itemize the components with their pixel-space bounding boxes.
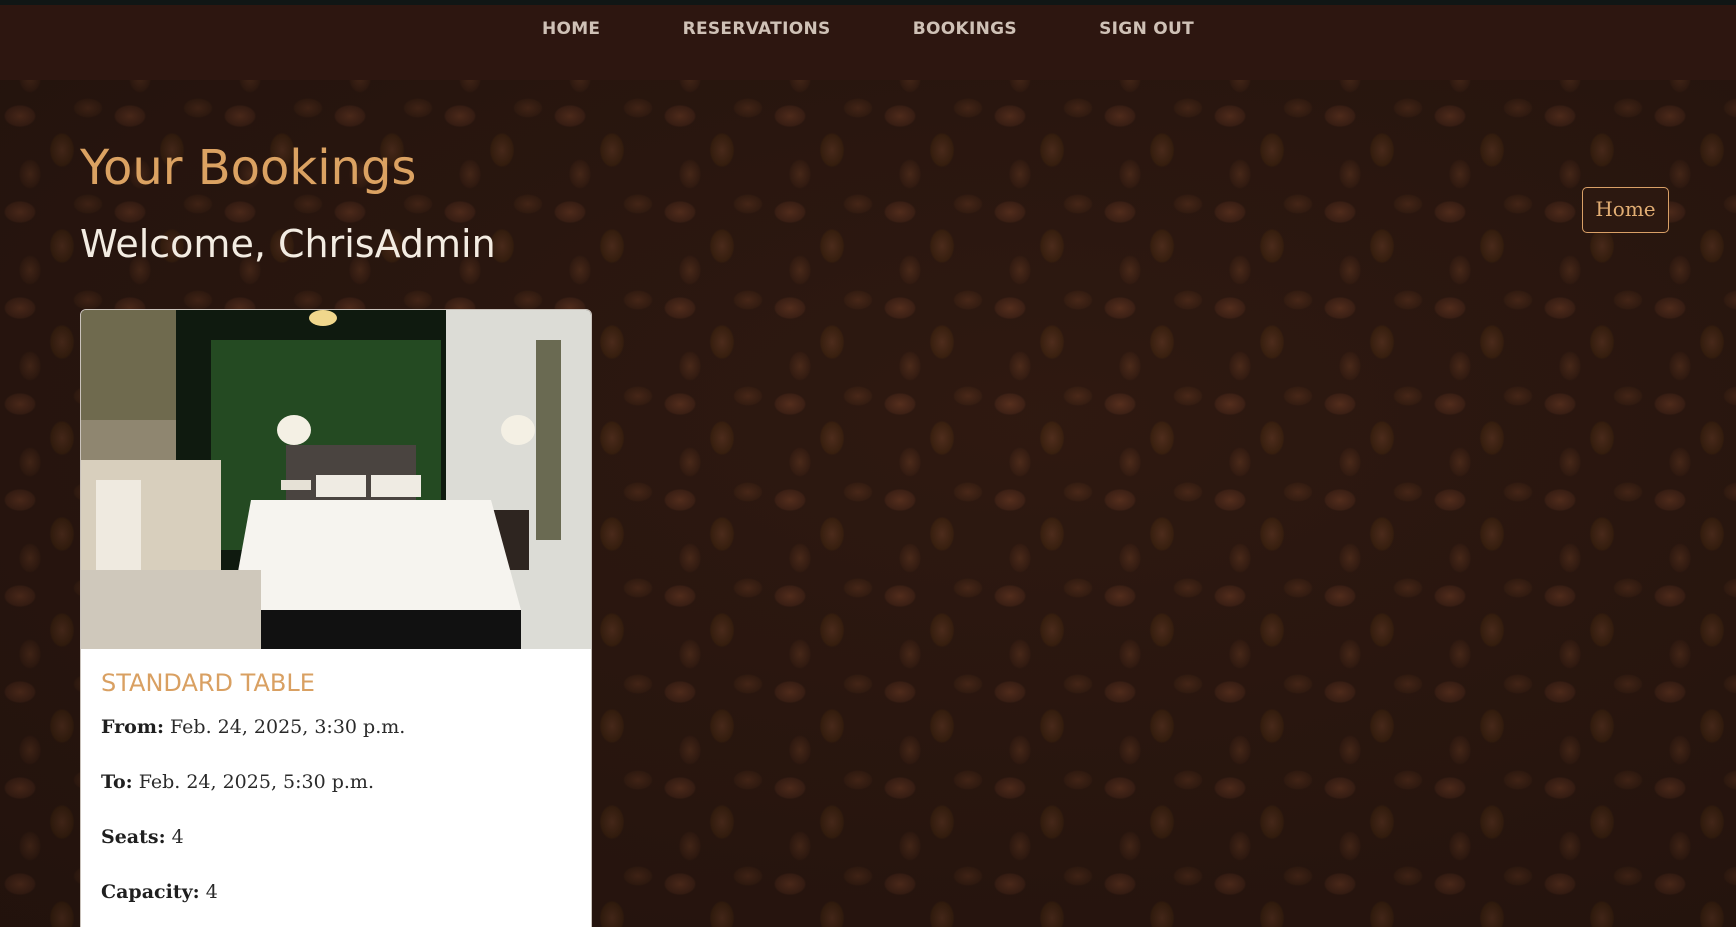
to-value: Feb. 24, 2025, 5:30 p.m. bbox=[138, 771, 374, 793]
nav-link-home[interactable]: HOME bbox=[542, 19, 600, 39]
to-label: To: bbox=[101, 771, 133, 793]
booking-capacity: Capacity: 4 bbox=[101, 880, 571, 905]
booking-details: STANDARD TABLE From: Feb. 24, 2025, 3:30… bbox=[81, 649, 591, 905]
capacity-label: Capacity: bbox=[101, 881, 200, 903]
booking-card: STANDARD TABLE From: Feb. 24, 2025, 3:30… bbox=[80, 309, 592, 927]
nav-link-reservations[interactable]: RESERVATIONS bbox=[683, 19, 831, 39]
booking-seats: Seats: 4 bbox=[101, 825, 571, 850]
room-image bbox=[81, 310, 591, 649]
capacity-value: 4 bbox=[205, 881, 218, 903]
booking-from: From: Feb. 24, 2025, 3:30 p.m. bbox=[101, 715, 571, 740]
booking-to: To: Feb. 24, 2025, 5:30 p.m. bbox=[101, 770, 571, 795]
home-button[interactable]: Home bbox=[1582, 187, 1669, 233]
from-value: Feb. 24, 2025, 3:30 p.m. bbox=[170, 716, 406, 738]
seats-value: 4 bbox=[171, 826, 184, 848]
page-title: Your Bookings bbox=[80, 140, 417, 196]
from-label: From: bbox=[101, 716, 164, 738]
top-navigation-bar: HOME RESERVATIONS BOOKINGS SIGN OUT bbox=[0, 0, 1736, 80]
seats-label: Seats: bbox=[101, 826, 166, 848]
nav-link-bookings[interactable]: BOOKINGS bbox=[913, 19, 1017, 39]
nav-link-sign-out[interactable]: SIGN OUT bbox=[1099, 19, 1194, 39]
booking-title: STANDARD TABLE bbox=[101, 669, 315, 697]
welcome-message: Welcome, ChrisAdmin bbox=[80, 222, 496, 266]
main-nav: HOME RESERVATIONS BOOKINGS SIGN OUT bbox=[0, 19, 1736, 39]
